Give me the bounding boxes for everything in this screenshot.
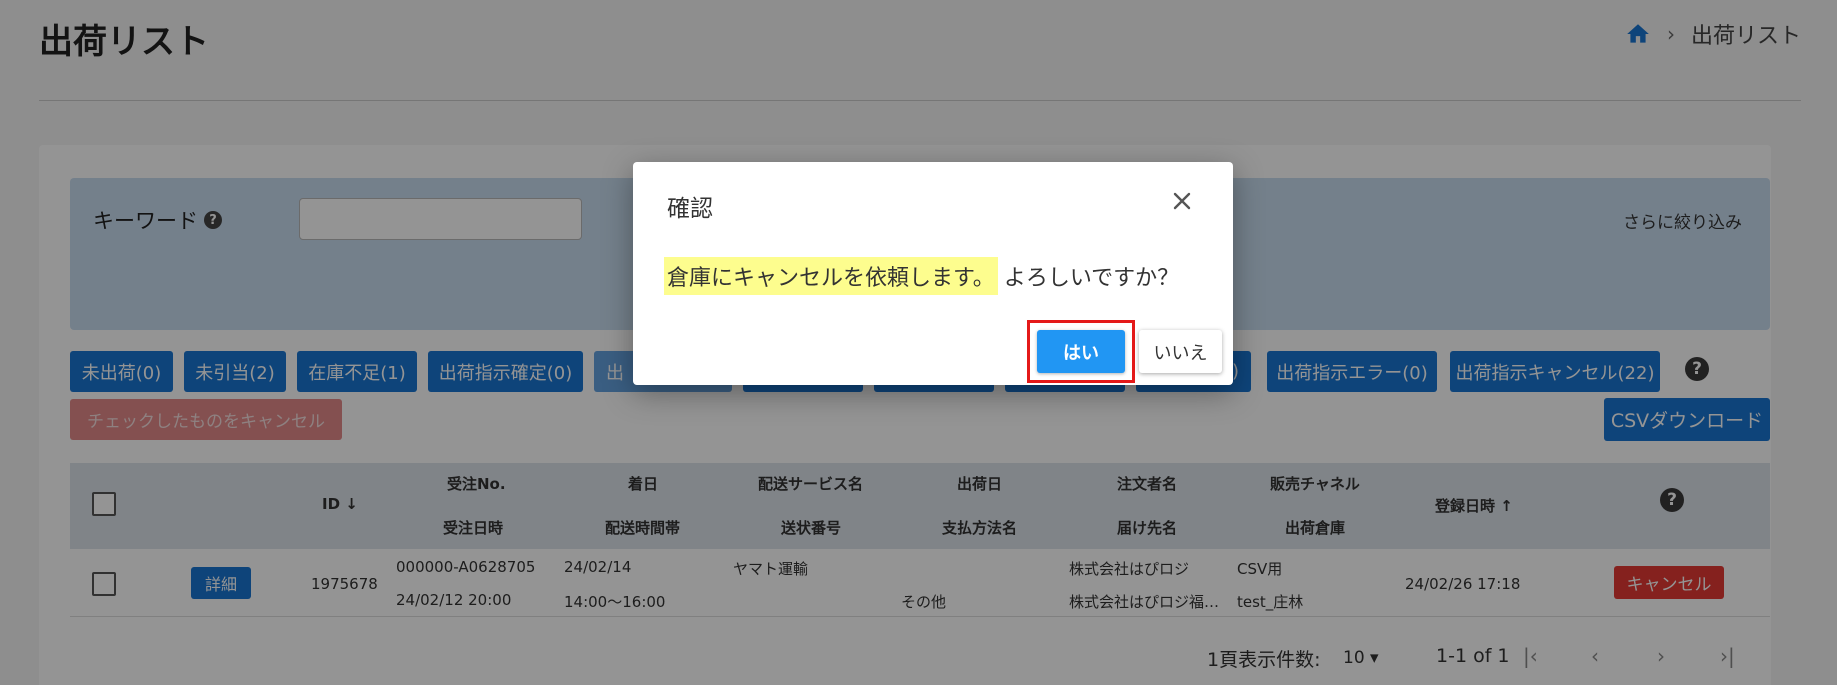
close-icon[interactable] xyxy=(1167,186,1197,216)
dialog-title: 確認 xyxy=(667,196,713,222)
dialog-message-highlight: 倉庫にキャンセルを依頼します。 xyxy=(664,257,998,295)
dialog-message-rest: よろしいですか？ xyxy=(1003,266,1180,291)
confirm-dialog: 確認 倉庫にキャンセルを依頼します。 よろしいですか？ はい いいえ xyxy=(633,162,1233,385)
yes-button[interactable]: はい xyxy=(1037,330,1125,373)
no-button[interactable]: いいえ xyxy=(1139,330,1222,373)
dialog-message: 倉庫にキャンセルを依頼します。 よろしいですか？ xyxy=(664,257,1179,295)
